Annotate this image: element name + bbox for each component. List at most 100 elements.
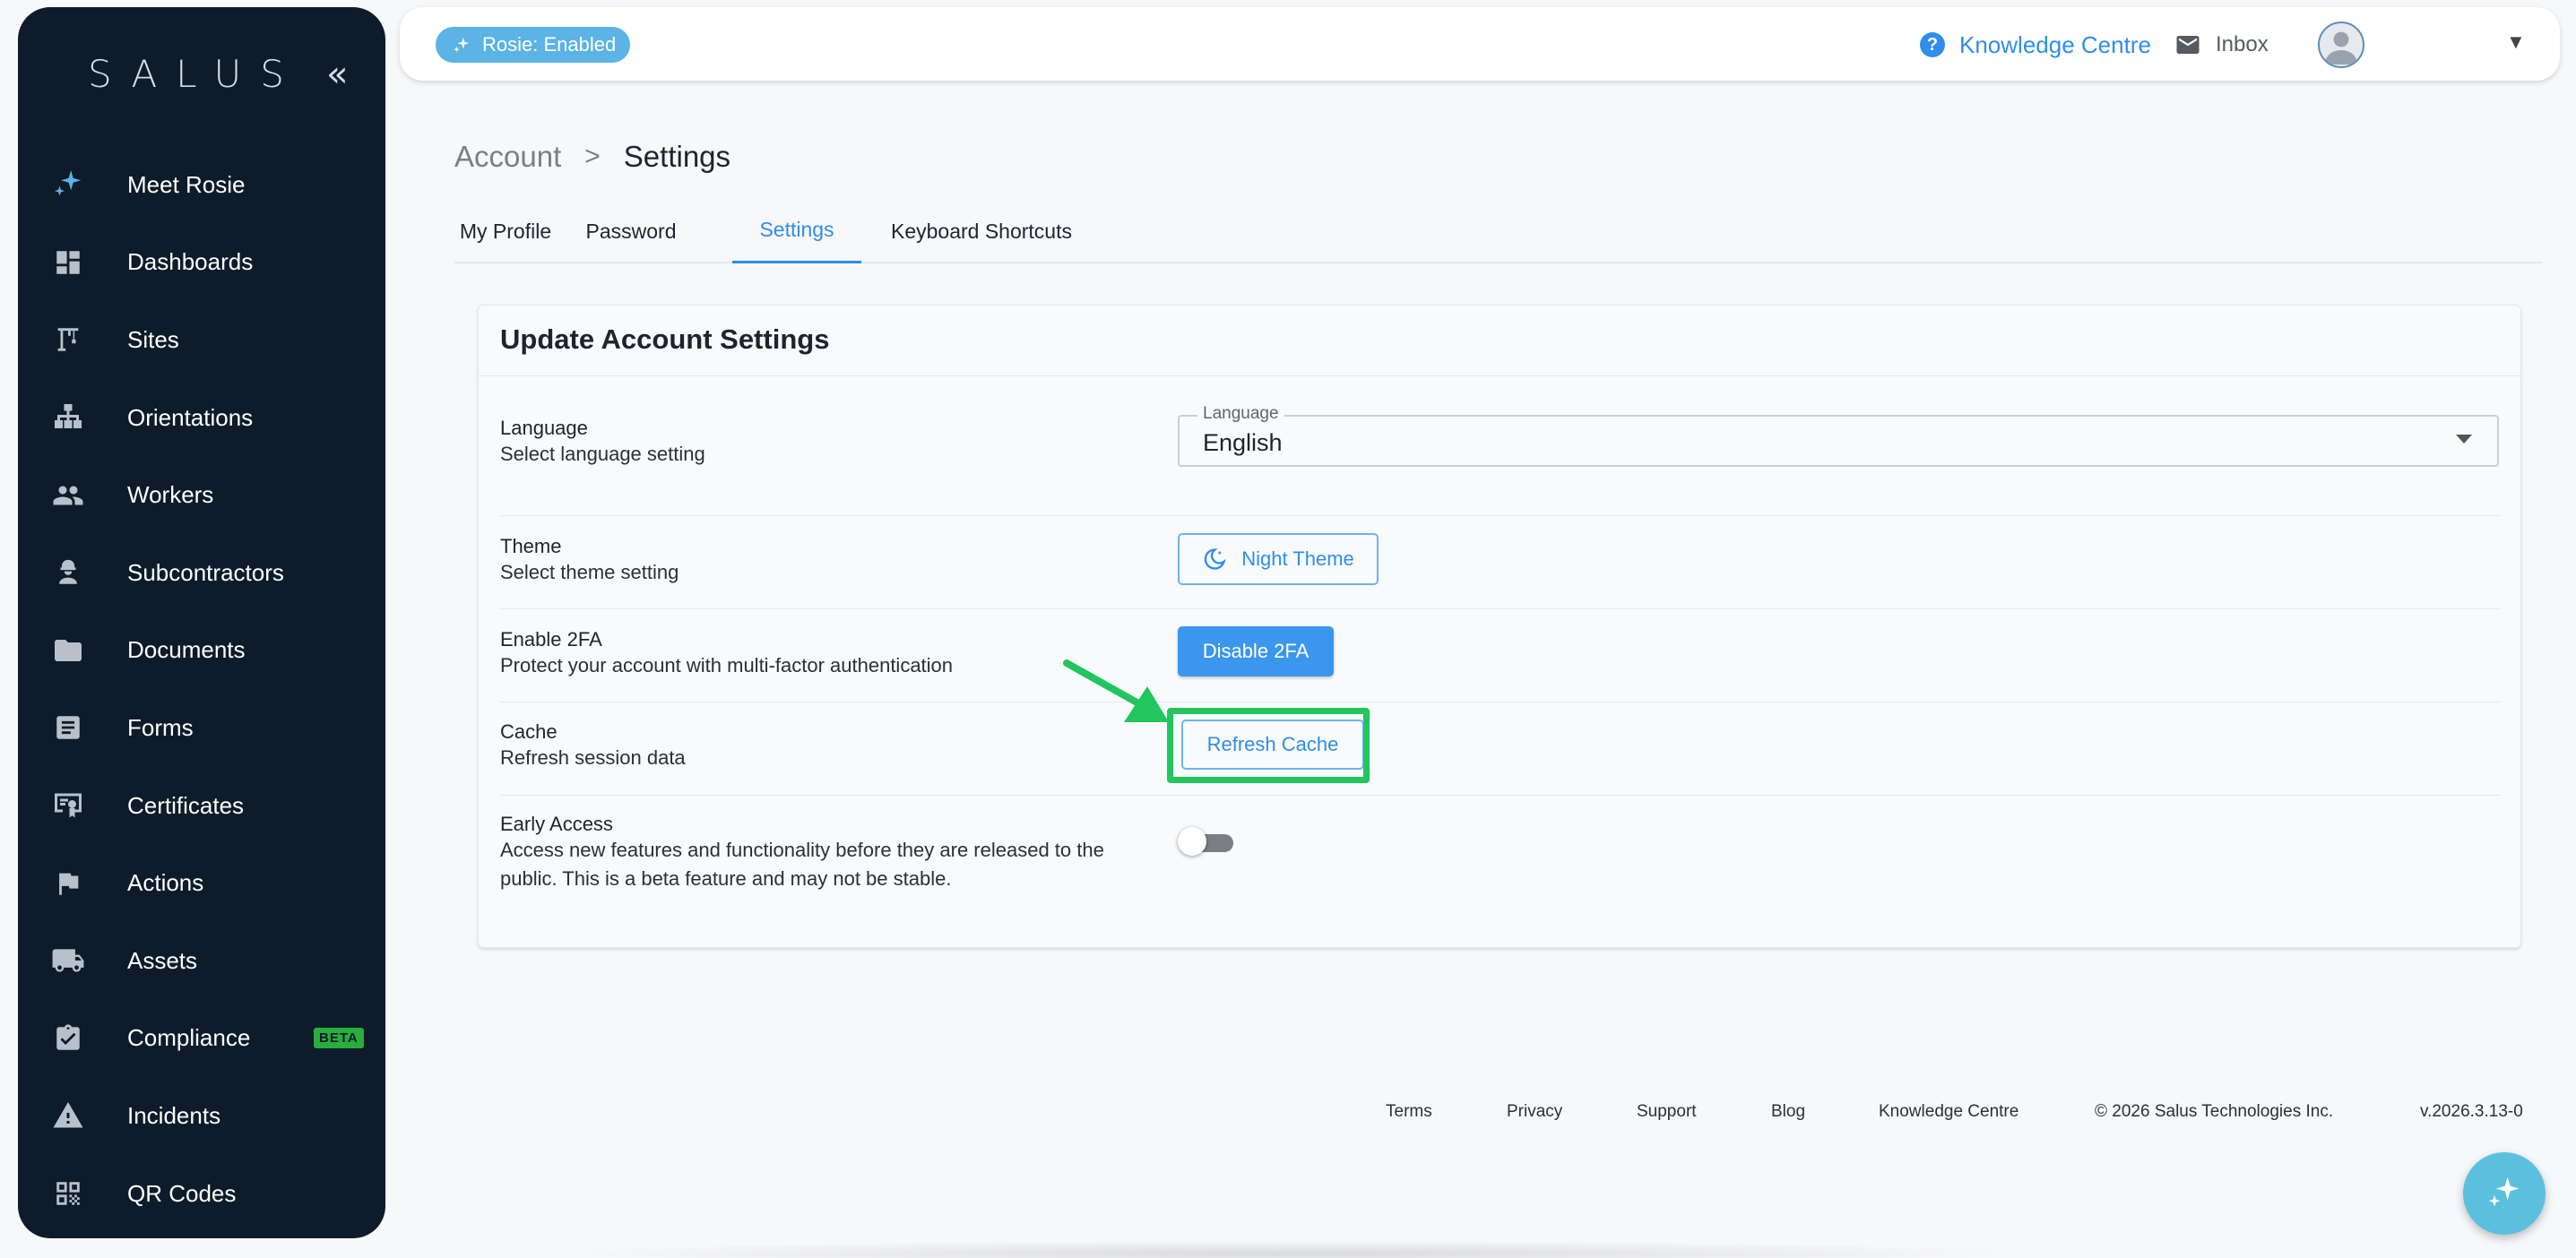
early-access-toggle[interactable] (1178, 825, 1235, 857)
divider (479, 375, 2520, 376)
sidebar-item-label: Forms (127, 713, 194, 741)
card-title: Update Account Settings (500, 323, 830, 355)
truck-icon (50, 943, 86, 978)
sidebar-item-meet-rosie[interactable]: Meet Rosie (18, 146, 385, 224)
sidebar-item-label: Dashboards (127, 248, 254, 276)
footer-link-knowledge-centre[interactable]: Knowledge Centre (1879, 1102, 2018, 1122)
knowledge-centre-link[interactable]: ? Knowledge Centre (1920, 27, 2151, 63)
sparkle-icon (454, 37, 470, 53)
sidebar-item-orientations[interactable]: Orientations (18, 379, 385, 457)
qr-code-icon (50, 1176, 86, 1211)
footer-copyright: © 2026 Salus Technologies Inc. (2095, 1102, 2334, 1121)
annotation-arrow-icon (1063, 659, 1169, 722)
sidebar-item-label: Sites (127, 325, 179, 353)
sidebar-item-certificates[interactable]: Certificates (18, 767, 385, 845)
tab-password[interactable]: Password (583, 199, 679, 263)
user-silhouette-icon (2325, 31, 2357, 65)
sidebar-item-forms[interactable]: Forms (18, 689, 385, 767)
language-select-legend: Language (1197, 404, 1284, 424)
rosie-status-label: Rosie: Enabled (482, 33, 617, 56)
footer-version: v.2026.3.13-0 (2420, 1102, 2523, 1121)
breadcrumb-account[interactable]: Account (454, 140, 561, 174)
user-menu[interactable]: ▼ (2309, 18, 2542, 72)
theme-label: Theme (500, 535, 562, 557)
footer-link-support[interactable]: Support (1637, 1102, 1697, 1122)
clipboard-check-icon (50, 1021, 86, 1056)
sparkle-icon (50, 167, 86, 202)
sidebar-item-documents[interactable]: Documents (18, 612, 385, 690)
dashboard-icon (50, 245, 86, 280)
divider (500, 515, 2501, 516)
breadcrumb: Account > Settings (454, 140, 730, 174)
people-icon (50, 478, 86, 513)
sidebar-item-dashboards[interactable]: Dashboards (18, 224, 385, 302)
language-desc: Select language setting (500, 443, 705, 465)
account-tabs: My Profile Password Settings Keyboard Sh… (454, 199, 2543, 263)
sidebar-item-sites[interactable]: Sites (18, 301, 385, 379)
rosie-assistant-button[interactable] (2463, 1152, 2546, 1235)
twofa-label: Enable 2FA (500, 628, 602, 651)
sidebar-item-label: Subcontractors (127, 558, 284, 586)
cache-label: Cache (500, 720, 558, 743)
rosie-status-badge[interactable]: Rosie: Enabled (436, 27, 631, 63)
sidebar-item-label: Workers (127, 481, 214, 509)
certificate-icon (50, 788, 86, 823)
account-settings-card: Update Account Settings Language Select … (478, 305, 2521, 948)
cache-desc: Refresh session data (500, 746, 686, 769)
worker-helmet-icon (50, 555, 86, 590)
sidebar-item-label: Assets (127, 946, 198, 974)
sidebar-item-label: Incidents (127, 1101, 221, 1129)
disable-2fa-button[interactable]: Disable 2FA (1178, 626, 1334, 676)
form-icon (50, 710, 86, 745)
sidebar-item-label: Documents (127, 636, 246, 664)
sidebar-item-assets[interactable]: Assets (18, 922, 385, 1000)
sidebar-item-qr-codes[interactable]: QR Codes (18, 1155, 385, 1233)
sidebar-nav: Meet Rosie Dashboards Sites Orientations… (18, 146, 385, 1232)
inbox-link[interactable]: Inbox (2174, 27, 2269, 63)
theme-desc: Select theme setting (500, 561, 679, 583)
sidebar-item-label: Compliance (127, 1024, 251, 1052)
sparkle-icon (2488, 1176, 2520, 1207)
sidebar-item-workers[interactable]: Workers (18, 456, 385, 534)
refresh-cache-highlight (1167, 708, 1370, 783)
tab-settings[interactable]: Settings (732, 199, 861, 263)
salus-logo[interactable]: SALUS (88, 52, 303, 96)
footer-link-terms[interactable]: Terms (1386, 1102, 1432, 1122)
crane-icon (50, 322, 86, 358)
mail-icon (2176, 36, 2200, 54)
help-icon: ? (1920, 32, 1945, 57)
tab-my-profile[interactable]: My Profile (454, 199, 557, 263)
moon-icon (1204, 548, 1226, 570)
flag-icon (50, 866, 86, 901)
chevron-down-icon: ▼ (2506, 30, 2526, 53)
chevron-down-icon (2456, 435, 2472, 444)
org-chart-icon (50, 400, 86, 435)
sidebar-item-compliance[interactable]: Compliance BETA (18, 1000, 385, 1078)
language-select[interactable]: Language English (1178, 404, 2499, 467)
night-theme-button[interactable]: Night Theme (1178, 533, 1379, 585)
toggle-thumb (1178, 827, 1206, 856)
tab-keyboard-shortcuts[interactable]: Keyboard Shortcuts (877, 199, 1085, 263)
sidebar-item-label: Orientations (127, 403, 254, 431)
warning-icon (50, 1098, 86, 1133)
sidebar-item-label: QR Codes (127, 1179, 237, 1207)
early-access-desc: Access new features and functionality be… (500, 839, 1104, 890)
sidebar-item-incidents[interactable]: Incidents (18, 1077, 385, 1155)
beta-badge: BETA (314, 1028, 364, 1049)
sidebar-item-actions[interactable]: Actions (18, 844, 385, 922)
footer-link-privacy[interactable]: Privacy (1507, 1102, 1562, 1122)
page-title: Settings (623, 140, 731, 173)
language-select-value: English (1203, 429, 1283, 456)
sidebar: SALUS « Meet Rosie Dashboards Sites Orie… (18, 7, 385, 1238)
divider (500, 795, 2501, 796)
inbox-label: Inbox (2216, 32, 2269, 56)
night-theme-label: Night Theme (1241, 547, 1354, 570)
sidebar-item-label: Actions (127, 869, 204, 897)
divider (500, 608, 2501, 609)
sidebar-item-subcontractors[interactable]: Subcontractors (18, 534, 385, 612)
chevron-right-icon: > (584, 142, 601, 171)
collapse-sidebar-button[interactable]: « (326, 54, 348, 95)
top-bar: Rosie: Enabled ? Knowledge Centre Inbox … (400, 7, 2560, 81)
avatar (2318, 22, 2364, 68)
footer-link-blog[interactable]: Blog (1771, 1102, 1805, 1122)
